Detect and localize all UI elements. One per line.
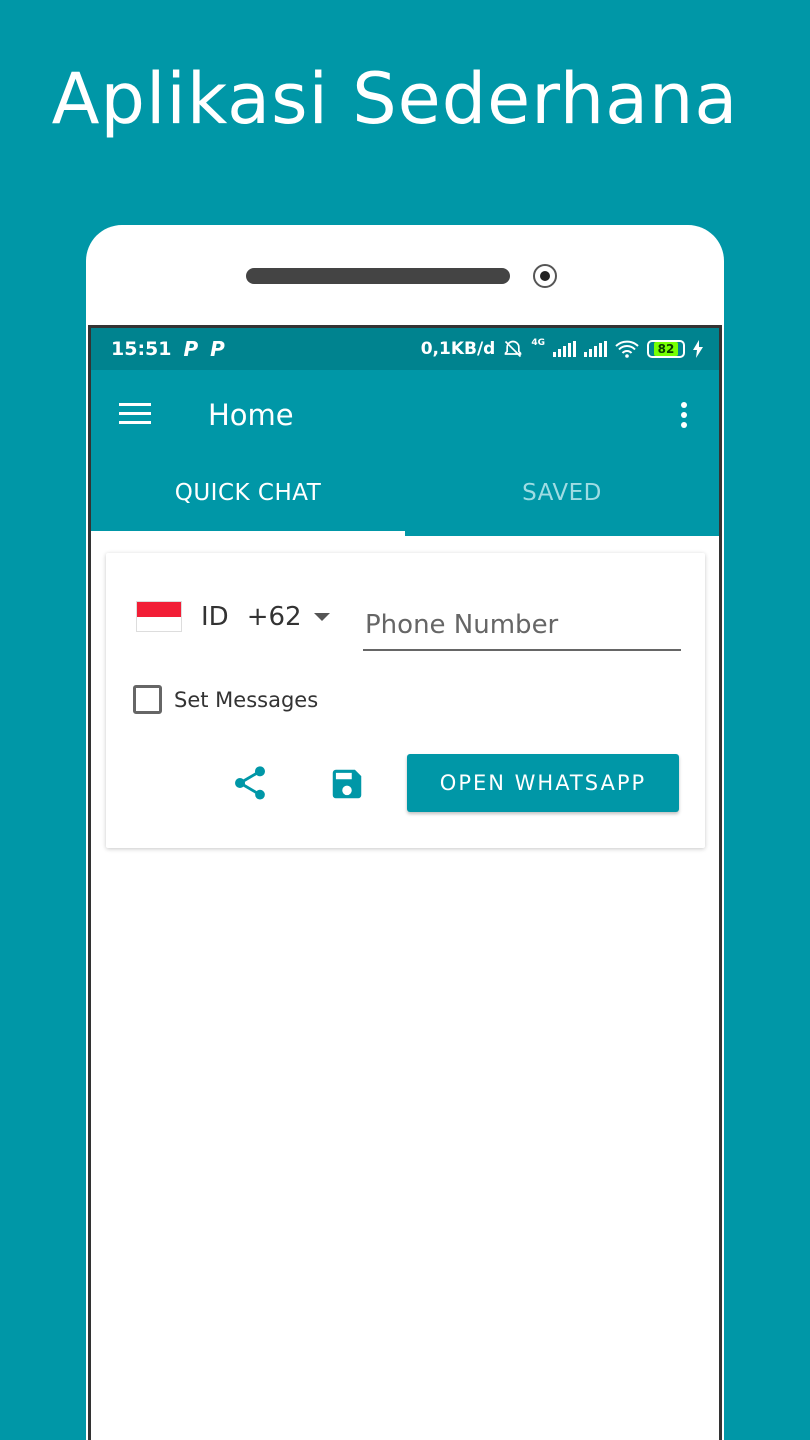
parking-notification-icon: P (210, 337, 225, 361)
set-messages-checkbox[interactable] (133, 685, 162, 714)
battery-icon: 82 (647, 340, 685, 358)
dropdown-arrow-icon (313, 613, 330, 621)
charging-bolt-icon (693, 340, 703, 358)
cell-signal-icon (584, 341, 607, 357)
wifi-icon (615, 340, 639, 358)
more-vert-icon[interactable] (681, 402, 689, 432)
dial-code: +62 (246, 602, 302, 632)
page-title: Home (208, 398, 294, 432)
save-icon[interactable] (328, 765, 366, 803)
phone-number-input[interactable] (363, 601, 681, 651)
phone-frame: 15:51 P P 0,1KB/d 4G 82 Home QUICK CHAT … (86, 225, 724, 1440)
parking-notification-icon: P (183, 337, 199, 361)
hamburger-menu-icon[interactable] (119, 403, 151, 430)
tab-saved[interactable]: SAVED (405, 456, 719, 536)
battery-level: 82 (653, 342, 679, 356)
status-bar: 15:51 P P 0,1KB/d 4G 82 (91, 328, 719, 370)
country-code: ID (201, 602, 229, 632)
set-messages-label: Set Messages (174, 687, 319, 712)
app-screen: 15:51 P P 0,1KB/d 4G 82 Home QUICK CHAT … (88, 325, 722, 1440)
quick-chat-card: ID +62 Set Messages OPEN WHATSAPP (106, 553, 705, 848)
data-usage-text: 0,1KB/d (420, 339, 496, 359)
tab-bar: QUICK CHAT SAVED (91, 456, 719, 536)
status-time: 15:51 (111, 338, 172, 360)
network-type-label: 4G (531, 338, 545, 348)
phone-speaker (246, 268, 510, 284)
share-icon[interactable] (230, 763, 270, 803)
indonesia-flag-icon (136, 601, 182, 632)
country-code-picker[interactable]: ID +62 (201, 602, 330, 632)
promo-headline: Aplikasi Sederhana (51, 58, 739, 140)
open-whatsapp-button[interactable]: OPEN WHATSAPP (407, 754, 679, 812)
set-messages-checkbox-row[interactable]: Set Messages (133, 685, 318, 714)
app-bar: Home QUICK CHAT SAVED (91, 370, 719, 536)
phone-camera-icon (533, 264, 557, 288)
cell-signal-icon (553, 341, 576, 357)
alarm-off-icon (505, 340, 522, 358)
tab-quick-chat[interactable]: QUICK CHAT (91, 456, 405, 536)
